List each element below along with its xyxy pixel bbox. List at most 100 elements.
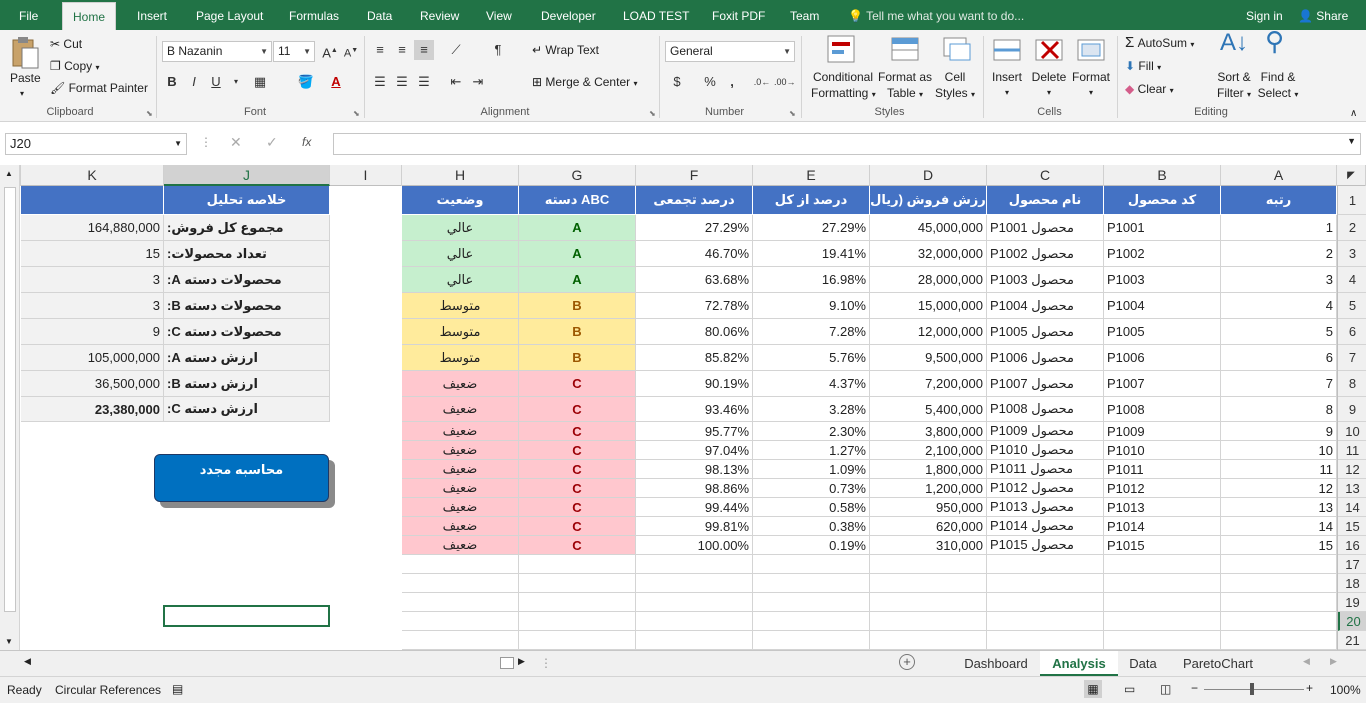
table-cell-rank[interactable]: 2 <box>1221 241 1337 267</box>
table-cell-pct[interactable]: 3.28% <box>753 397 870 422</box>
summary-value[interactable]: 15 <box>21 241 164 267</box>
cell-f20[interactable] <box>636 612 753 631</box>
table-cell-name[interactable]: محصول P1009 <box>987 422 1104 441</box>
tab-formulas[interactable]: Formulas <box>289 0 339 30</box>
align-center-icon[interactable]: ☰ <box>392 72 412 92</box>
table-header-c[interactable]: نام محصول <box>987 186 1104 215</box>
cell-g21[interactable] <box>519 631 636 650</box>
font-color-icon[interactable]: A <box>326 72 346 92</box>
new-sheet-icon[interactable]: + <box>899 654 915 670</box>
table-cell-name[interactable]: محصول P1001 <box>987 215 1104 241</box>
align-right-icon[interactable]: ☰ <box>414 72 434 92</box>
table-cell-name[interactable]: محصول P1012 <box>987 479 1104 498</box>
conditional-formatting-button[interactable]: Conditional Formatting ▾ <box>811 69 876 103</box>
table-cell-cls[interactable]: C <box>519 397 636 422</box>
table-cell-rank[interactable]: 1 <box>1221 215 1337 241</box>
row-header-13[interactable]: 13 <box>1338 479 1366 498</box>
summary-label[interactable]: محصولات دسته C: <box>164 319 330 345</box>
table-cell-rank[interactable]: 9 <box>1221 422 1337 441</box>
italic-button[interactable]: I <box>184 72 204 92</box>
row-header-17[interactable]: 17 <box>1338 555 1366 574</box>
horizontal-scrollbar-thumb[interactable] <box>500 657 514 669</box>
format-cells-icon[interactable] <box>1076 34 1106 68</box>
table-cell-name[interactable]: محصول P1002 <box>987 241 1104 267</box>
table-header-a[interactable]: رتبه <box>1221 186 1337 215</box>
chevron-down-icon[interactable]: ▾ <box>226 72 246 92</box>
cell-a21[interactable] <box>1221 631 1337 650</box>
row-header-18[interactable]: 18 <box>1338 574 1366 593</box>
table-cell-cls[interactable]: C <box>519 536 636 555</box>
cell-g20[interactable] <box>519 612 636 631</box>
column-header-j[interactable]: J <box>164 165 330 186</box>
table-cell-cls[interactable]: C <box>519 371 636 397</box>
tab-developer[interactable]: Developer <box>541 0 596 30</box>
align-bottom-icon[interactable]: ≡ <box>414 40 434 60</box>
table-cell-pct[interactable]: 7.28% <box>753 319 870 345</box>
tab-load-test[interactable]: LOAD TEST <box>623 0 689 30</box>
scroll-right-icon[interactable]: ▶ <box>518 656 525 667</box>
cell-b19[interactable] <box>1104 593 1221 612</box>
macro-record-icon[interactable]: ▤ <box>172 682 183 696</box>
table-cell-val[interactable]: 12,000,000 <box>870 319 987 345</box>
insert-cells-icon[interactable] <box>992 34 1022 68</box>
row-header-8[interactable]: 8 <box>1338 371 1366 397</box>
table-cell-cum[interactable]: 27.29% <box>636 215 753 241</box>
table-cell-status[interactable]: ضعيف <box>402 536 519 555</box>
scrollbar-thumb[interactable] <box>4 187 16 612</box>
cell-h18[interactable] <box>402 574 519 593</box>
table-cell-val[interactable]: 9,500,000 <box>870 345 987 371</box>
sheet-tab-dashboard[interactable]: Dashboard <box>954 651 1038 677</box>
summary-value[interactable]: 23,380,000 <box>21 397 164 422</box>
cell-a20[interactable] <box>1221 612 1337 631</box>
active-cell-j20[interactable] <box>163 605 330 627</box>
table-cell-status[interactable]: ضعيف <box>402 517 519 536</box>
column-header-e[interactable]: E <box>753 165 870 186</box>
table-cell-status[interactable]: ضعيف <box>402 422 519 441</box>
cell-d18[interactable] <box>870 574 987 593</box>
table-cell-rank[interactable]: 14 <box>1221 517 1337 536</box>
table-header-g[interactable]: دسته ABC <box>519 186 636 215</box>
tell-me-box[interactable]: 💡 Tell me what you want to do... <box>848 0 1024 30</box>
table-cell-pct[interactable]: 1.27% <box>753 441 870 460</box>
table-cell-pct[interactable]: 2.30% <box>753 422 870 441</box>
table-cell-val[interactable]: 620,000 <box>870 517 987 536</box>
table-cell-status[interactable]: ضعيف <box>402 441 519 460</box>
row-header-4[interactable]: 4 <box>1338 267 1366 293</box>
cell-h19[interactable] <box>402 593 519 612</box>
cell-f18[interactable] <box>636 574 753 593</box>
collapse-ribbon-icon[interactable]: ∧ <box>1350 106 1357 122</box>
table-cell-status[interactable]: ضعيف <box>402 498 519 517</box>
table-cell-rank[interactable]: 7 <box>1221 371 1337 397</box>
table-cell-cls[interactable]: C <box>519 498 636 517</box>
summary-value[interactable]: 164,880,000 <box>21 215 164 241</box>
table-cell-cls[interactable]: C <box>519 517 636 536</box>
table-cell-val[interactable]: 45,000,000 <box>870 215 987 241</box>
table-cell-cls[interactable]: C <box>519 460 636 479</box>
corner-triangle-icon[interactable]: ◤ <box>1337 165 1366 186</box>
increase-indent-icon[interactable]: ⇥ <box>468 72 488 92</box>
row-header-10[interactable]: 10 <box>1338 422 1366 441</box>
table-cell-pct[interactable]: 5.76% <box>753 345 870 371</box>
table-cell-code[interactable]: P1001 <box>1104 215 1221 241</box>
table-cell-val[interactable]: 2,100,000 <box>870 441 987 460</box>
table-cell-status[interactable]: عالي <box>402 267 519 293</box>
cell-f17[interactable] <box>636 555 753 574</box>
summary-label[interactable]: مجموع کل فروش: <box>164 215 330 241</box>
table-cell-pct[interactable]: 0.19% <box>753 536 870 555</box>
comma-button[interactable]: , <box>722 72 742 92</box>
row-header-3[interactable]: 3 <box>1338 241 1366 267</box>
underline-button[interactable]: U <box>206 72 226 92</box>
summary-label[interactable]: محصولات دسته A: <box>164 267 330 293</box>
table-cell-cum[interactable]: 95.77% <box>636 422 753 441</box>
summary-value[interactable]: 3 <box>21 267 164 293</box>
tab-team[interactable]: Team <box>790 0 819 30</box>
font-name-dropdown[interactable]: B Nazanin ▼ <box>162 41 272 62</box>
row-header-2[interactable]: 2 <box>1338 215 1366 241</box>
paste-icon[interactable] <box>10 36 42 72</box>
clear-button[interactable]: ◆ Clear ▾ <box>1125 81 1174 99</box>
table-cell-val[interactable]: 950,000 <box>870 498 987 517</box>
table-cell-cls[interactable]: B <box>519 319 636 345</box>
table-cell-name[interactable]: محصول P1008 <box>987 397 1104 422</box>
dialog-launcher-icon[interactable]: ⬊ <box>649 109 656 118</box>
worksheet-grid[interactable]: K J I H G F E D C B A ◤ 1 2 3 4 5 6 7 8 9 10 11 12 1… <box>0 165 1366 650</box>
